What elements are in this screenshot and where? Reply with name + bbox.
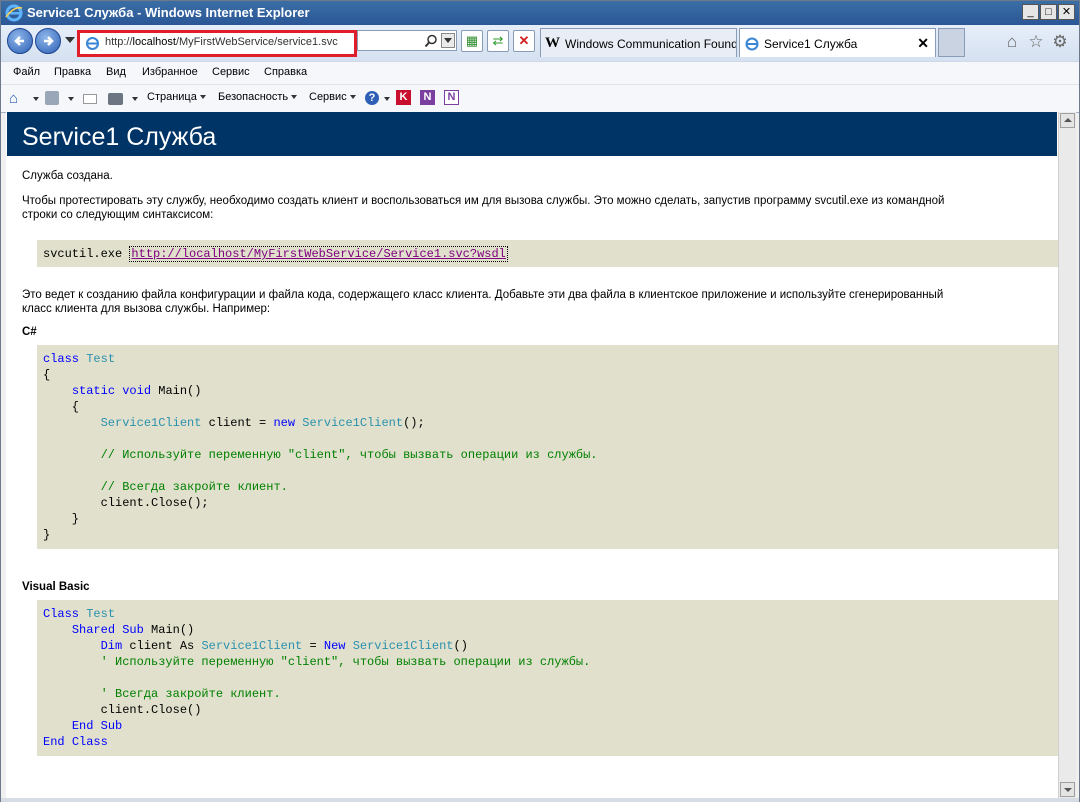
safety-menu[interactable]: Безопасность	[218, 91, 298, 103]
page-title: Service1 Служба	[22, 123, 217, 151]
scroll-up-button[interactable]	[1060, 113, 1075, 128]
home-icon[interactable]: ⌂	[1003, 33, 1021, 51]
command-bar: ⌂ Страница Безопасность Сервис ? K N N	[1, 84, 1079, 113]
ie-page-icon	[745, 37, 759, 51]
chevron-down-icon	[199, 95, 206, 100]
onenote-icon[interactable]: N	[420, 90, 435, 105]
menu-tools[interactable]: Сервис	[212, 66, 250, 78]
scroll-down-button[interactable]	[1060, 782, 1075, 797]
tools-menu-label: Сервис	[309, 91, 347, 103]
favorites-star-icon[interactable]: ☆	[1027, 33, 1045, 51]
browser-window: Service1 Служба - Windows Internet Explo…	[0, 0, 1080, 802]
navigation-bar: http://localhost/MyFirstWebService/servi…	[1, 25, 1079, 61]
print-dropdown-icon[interactable]	[132, 97, 138, 101]
search-icon[interactable]	[424, 34, 438, 48]
page-menu[interactable]: Страница	[147, 91, 206, 103]
menu-favorites[interactable]: Избранное	[142, 66, 198, 78]
csharp-section-title: C#	[22, 326, 37, 338]
intro-text-line1: Чтобы протестировать эту службу, необход…	[22, 195, 945, 207]
menu-edit[interactable]: Правка	[54, 66, 91, 78]
refresh-icon: ⇄	[492, 33, 504, 48]
tools-menu[interactable]: Сервис	[309, 91, 356, 103]
feeds-icon[interactable]	[45, 91, 59, 105]
maximize-button[interactable]: □	[1040, 4, 1057, 20]
menu-help[interactable]: Справка	[264, 66, 307, 78]
compatibility-icon: ▦	[465, 33, 479, 48]
back-button[interactable]	[7, 28, 33, 54]
svcutil-codebox: svcutil.exe http://localhost/MyFirstWebS…	[37, 240, 1058, 267]
page-heading-band: Service1 Служба	[7, 112, 1057, 156]
minimize-button[interactable]: _	[1022, 4, 1039, 20]
help-dropdown-icon[interactable]	[384, 97, 390, 101]
csharp-code: class Test { static void Main() { Servic…	[43, 352, 598, 542]
tab-wcf[interactable]: W Windows Communication Found...	[540, 28, 737, 57]
wikipedia-icon: W	[545, 35, 560, 51]
forward-arrow-icon	[44, 36, 54, 46]
vb-section-title: Visual Basic	[22, 581, 90, 593]
menu-view[interactable]: Вид	[106, 66, 126, 78]
ie-page-icon	[86, 37, 99, 50]
svcutil-command: svcutil.exe http://localhost/MyFirstWebS…	[43, 246, 508, 262]
print-icon[interactable]	[108, 93, 123, 105]
tab-close-icon[interactable]: ✕	[917, 35, 929, 52]
home-icon[interactable]: ⌂	[9, 90, 25, 107]
vb-comment-use: Используйте переменную "client", чтобы в…	[115, 655, 591, 669]
menu-file[interactable]: Файл	[13, 66, 40, 78]
address-field[interactable]: http://localhost/MyFirstWebService/servi…	[80, 33, 422, 54]
csharp-codebox: class Test { static void Main() { Servic…	[37, 345, 1058, 549]
svcutil-text: svcutil.exe	[43, 247, 130, 261]
explain-text-line2: класс клиента для вызова службы. Наприме…	[22, 303, 271, 315]
feeds-dropdown-icon[interactable]	[68, 97, 74, 101]
address-dropdown-button[interactable]	[441, 33, 455, 48]
vb-codebox: Class Test Shared Sub Main() Dim client …	[37, 600, 1058, 756]
explain-text-line1: Это ведет к созданию файла конфигурации …	[22, 289, 944, 301]
refresh-button[interactable]: ⇄	[487, 30, 509, 52]
vb-code: Class Test Shared Sub Main() Dim client …	[43, 607, 591, 749]
chevron-down-icon	[349, 95, 356, 100]
csharp-comment-close: Всегда закройте клиент.	[122, 480, 288, 494]
forward-button[interactable]	[35, 28, 61, 54]
page-content: Service1 Служба Служба создана. Чтобы пр…	[6, 112, 1058, 798]
mail-icon[interactable]	[83, 94, 97, 104]
title-bar: Service1 Служба - Windows Internet Explo…	[1, 1, 1079, 25]
service-created-text: Служба создана.	[22, 170, 113, 182]
compatibility-view-button[interactable]: ▦	[461, 30, 483, 52]
stop-button[interactable]: ✕	[513, 30, 535, 52]
new-tab-button[interactable]	[938, 28, 965, 57]
csharp-comment-use: Используйте переменную "client", чтобы в…	[122, 448, 598, 462]
recent-pages-dropdown[interactable]	[65, 37, 75, 43]
status-bar	[1, 798, 1079, 802]
wsdl-link[interactable]: http://localhost/MyFirstWebService/Servi…	[129, 246, 508, 262]
address-url: http://localhost/MyFirstWebService/servi…	[105, 36, 338, 48]
safety-menu-label: Безопасность	[218, 91, 289, 103]
back-arrow-icon	[14, 36, 24, 46]
page-menu-label: Страница	[147, 91, 197, 103]
gear-icon[interactable]: ⚙	[1051, 33, 1069, 51]
vb-comment-close: Всегда закройте клиент.	[115, 687, 281, 701]
menu-bar: Файл Правка Вид Избранное Сервис Справка	[1, 61, 1079, 84]
window-title: Service1 Служба - Windows Internet Explo…	[27, 5, 310, 20]
chevron-down-icon	[291, 95, 298, 100]
vertical-scrollbar[interactable]	[1058, 112, 1076, 798]
kaspersky-icon[interactable]: K	[396, 90, 411, 105]
tab-service1[interactable]: Service1 Служба ✕	[739, 28, 936, 57]
intro-text-line2: строки со следующим синтаксисом:	[22, 209, 214, 221]
help-icon[interactable]: ?	[365, 91, 379, 105]
onenote-linked-icon[interactable]: N	[444, 90, 459, 105]
ie-logo-icon	[5, 4, 23, 22]
stop-icon: ✕	[518, 33, 530, 48]
home-dropdown-icon[interactable]	[33, 97, 39, 101]
tab-label: Windows Communication Found...	[565, 37, 737, 51]
tab-label: Service1 Служба	[764, 37, 858, 51]
close-button[interactable]: ✕	[1058, 4, 1075, 20]
